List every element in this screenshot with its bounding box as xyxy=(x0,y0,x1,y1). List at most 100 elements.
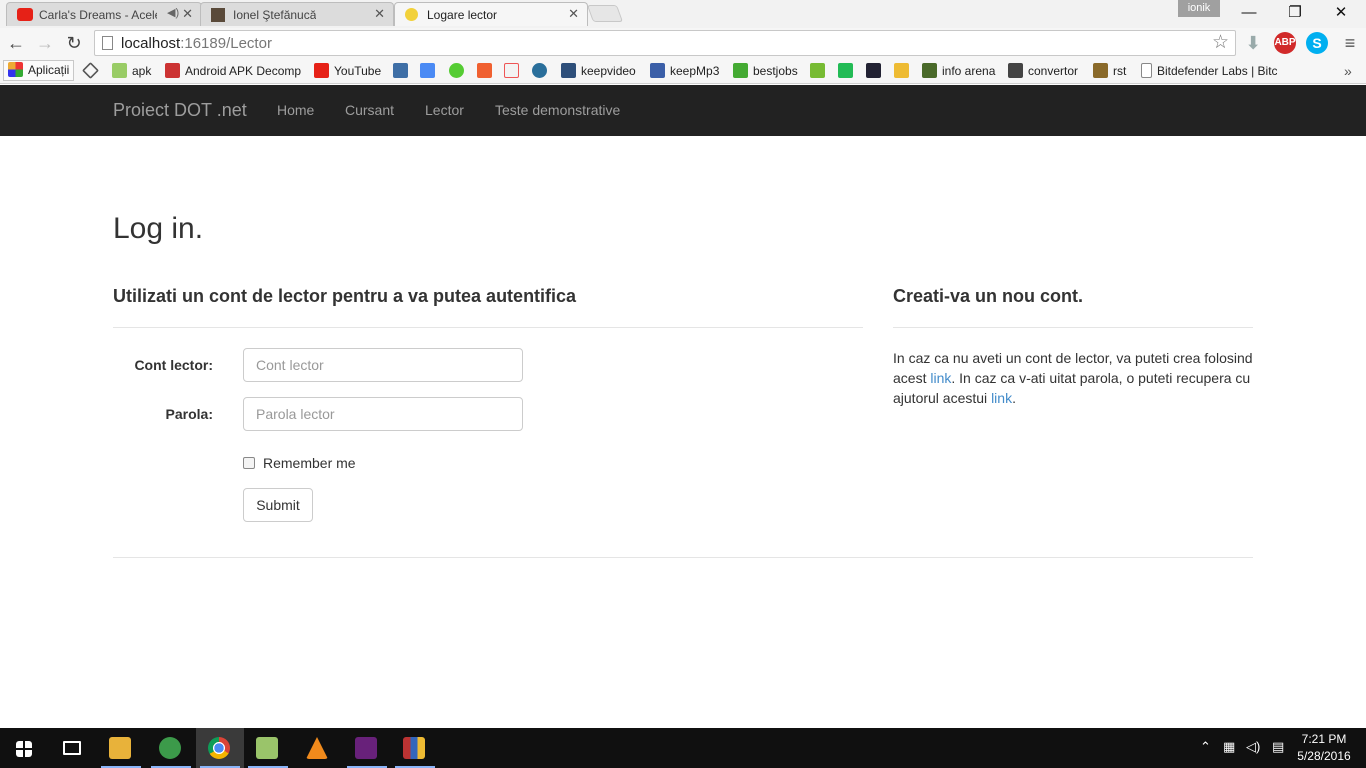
taskbar-visual-studio[interactable] xyxy=(343,728,391,768)
u-icon xyxy=(838,63,853,78)
bookmark-translate[interactable] xyxy=(420,62,440,80)
dino-icon xyxy=(922,63,937,78)
tray-chevron-icon[interactable]: ⌃ xyxy=(1200,739,1211,755)
close-window-icon[interactable]: ✕ xyxy=(1318,2,1364,24)
taskbar-vlc[interactable] xyxy=(294,728,342,768)
speaker-icon[interactable]: ◀) xyxy=(167,6,179,19)
notifications-icon[interactable]: ▤ xyxy=(1272,739,1284,755)
tz-icon xyxy=(393,63,408,78)
remember-me-label[interactable]: Remember me xyxy=(263,455,356,471)
apps-grid-icon xyxy=(8,62,23,77)
nav-lector[interactable]: Lector xyxy=(425,102,464,118)
bookmark-android-apk-decomp[interactable]: Android APK Decomp xyxy=(165,62,301,80)
divider xyxy=(893,327,1253,328)
avatar-icon xyxy=(211,8,225,22)
bookmark-star-icon[interactable]: ☆ xyxy=(1212,31,1229,54)
bookmark-eb[interactable] xyxy=(504,62,524,80)
nav-home[interactable]: Home xyxy=(277,102,314,118)
tab-ionel-stefanuca[interactable]: Ionel Ştefănucă ✕ xyxy=(200,2,394,26)
url-text[interactable]: localhost:16189/Lector xyxy=(121,35,272,52)
tab-title: Carla's Dreams - Acele xyxy=(39,8,157,22)
restore-icon[interactable]: ❐ xyxy=(1272,2,1318,24)
eb-icon xyxy=(504,63,519,78)
taskbar-file-explorer[interactable] xyxy=(97,728,145,768)
start-button[interactable] xyxy=(0,728,48,768)
browser-tab-strip: Carla's Dreams - Acele ◀) ✕ Ionel Ştefăn… xyxy=(0,0,1366,28)
blue-drop-icon xyxy=(532,63,547,78)
task-view-button[interactable] xyxy=(48,728,96,768)
bookmark-convertor[interactable]: convertor xyxy=(1008,62,1078,80)
bookmark-blue-drop[interactable] xyxy=(532,62,552,80)
taskbar-clock[interactable]: 7:21 PM 5/28/2016 xyxy=(1294,731,1354,765)
bookmarks-overflow-icon[interactable]: » xyxy=(1344,62,1352,80)
nav-teste-demonstrative[interactable]: Teste demonstrative xyxy=(495,102,620,118)
recover-password-link[interactable]: link xyxy=(991,390,1012,406)
taskbar-winrar[interactable] xyxy=(391,728,439,768)
minimize-icon[interactable]: — xyxy=(1226,2,1272,24)
reload-icon[interactable]: ↻ xyxy=(62,31,86,55)
skype-icon[interactable]: S xyxy=(1306,32,1328,54)
site-navbar: Proiect DOT .net Home Cursant Lector Tes… xyxy=(0,85,1366,136)
bookmarks-bar: Aplicații apk Android APK Decomp YouTube… xyxy=(0,58,1366,84)
bookmark-bestjobs[interactable]: bestjobs xyxy=(733,62,798,80)
address-bar[interactable]: localhost:16189/Lector ☆ xyxy=(94,30,1236,56)
archive-icon xyxy=(403,737,425,759)
new-tab-button[interactable] xyxy=(586,5,624,22)
close-icon[interactable]: ✕ xyxy=(568,6,579,22)
bookmark-keepmp3[interactable]: keepMp3 xyxy=(650,62,719,80)
bookmark-green-ball[interactable] xyxy=(449,62,469,80)
password-label: Parola: xyxy=(165,406,213,422)
bookmark-android-green[interactable] xyxy=(810,62,830,80)
clock-time: 7:21 PM xyxy=(1301,732,1347,746)
password-input[interactable] xyxy=(243,397,523,431)
tab-logare-lector[interactable]: Logare lector ✕ xyxy=(394,2,588,26)
taskbar-chrome[interactable] xyxy=(196,728,244,768)
back-icon[interactable]: ← xyxy=(4,31,28,55)
bookmark-u[interactable] xyxy=(838,62,858,80)
bookmark-youtube[interactable]: YouTube xyxy=(314,62,381,80)
bookmark-apk[interactable]: apk xyxy=(112,62,151,80)
register-text: In caz ca nu aveti un cont de lector, va… xyxy=(893,350,1253,406)
bookmark-mt[interactable] xyxy=(866,62,886,80)
windows-taskbar: ⌃ ▦ ◁) ▤ 7:21 PM 5/28/2016 xyxy=(0,728,1366,768)
bookmark-rst[interactable]: rst xyxy=(1093,62,1126,80)
bookmark-info-arena[interactable]: info arena xyxy=(922,62,995,80)
tab-title: Ionel Ştefănucă xyxy=(233,8,317,22)
site-brand[interactable]: Proiect DOT .net xyxy=(113,100,247,121)
mt-icon xyxy=(866,63,881,78)
green-ball-icon xyxy=(449,63,464,78)
bookmark-apps[interactable]: Aplicații xyxy=(3,60,75,81)
submit-button[interactable]: Submit xyxy=(243,488,313,522)
bookmark-diamond[interactable] xyxy=(82,62,103,80)
adblock-icon[interactable]: ABP xyxy=(1274,32,1296,54)
bookmark-tz[interactable] xyxy=(393,62,413,80)
close-icon[interactable]: ✕ xyxy=(182,6,193,22)
taskbar-globe-app[interactable] xyxy=(147,728,195,768)
remember-me-checkbox[interactable] xyxy=(243,457,255,469)
nav-cursant[interactable]: Cursant xyxy=(345,102,394,118)
close-icon[interactable]: ✕ xyxy=(374,6,385,22)
download-extension-icon[interactable]: ⬇ xyxy=(1242,32,1264,54)
mp3-icon xyxy=(650,63,665,78)
register-heading: Creati-va un nou cont. xyxy=(893,286,1084,306)
bookmark-plus[interactable] xyxy=(477,62,497,80)
taskbar-editor[interactable] xyxy=(244,728,292,768)
account-label: Cont lector: xyxy=(134,357,213,373)
tab-title: Logare lector xyxy=(427,8,498,22)
profile-badge[interactable]: ionik xyxy=(1178,0,1220,17)
tray-app-icon[interactable]: ▦ xyxy=(1223,739,1235,755)
youtube-icon xyxy=(314,63,329,78)
forward-icon[interactable]: → xyxy=(33,31,57,55)
register-link[interactable]: link xyxy=(930,370,951,386)
globe-icon xyxy=(159,737,181,759)
binary-icon xyxy=(1008,63,1023,78)
kv-icon xyxy=(561,63,576,78)
volume-icon[interactable]: ◁) xyxy=(1246,739,1260,755)
menu-icon[interactable]: ≡ xyxy=(1338,31,1362,55)
star-yellow-icon xyxy=(894,63,909,78)
tab-youtube-carlas-dreams[interactable]: Carla's Dreams - Acele ◀) ✕ xyxy=(6,2,202,26)
bookmark-star[interactable] xyxy=(894,62,914,80)
bookmark-bitdefender[interactable]: Bitdefender Labs | Bitc xyxy=(1141,62,1277,80)
bookmark-keepvideo[interactable]: keepvideo xyxy=(561,62,636,80)
account-input[interactable] xyxy=(243,348,523,382)
